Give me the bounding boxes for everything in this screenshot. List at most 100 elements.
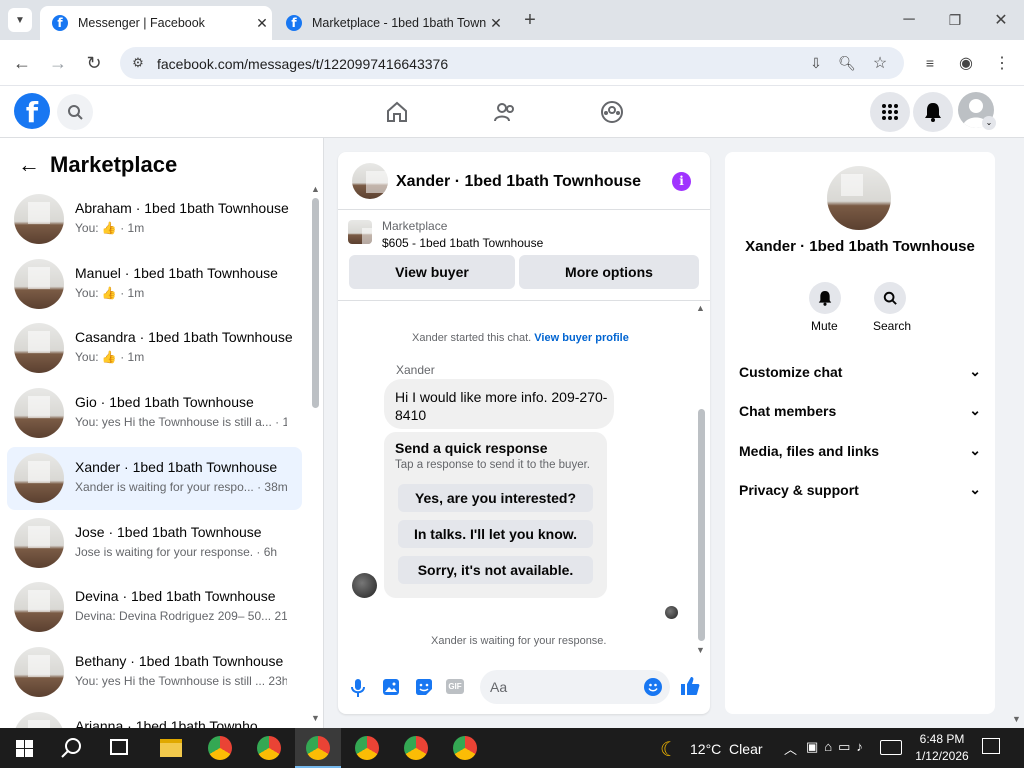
scroll-down-icon[interactable]: ▼ xyxy=(311,713,320,723)
search-in-chat-icon[interactable] xyxy=(874,282,906,314)
contact-avatar[interactable] xyxy=(827,166,891,230)
chrome-app-icon[interactable] xyxy=(257,736,281,760)
info-icon[interactable]: i xyxy=(672,172,691,191)
chrome-app-icon[interactable] xyxy=(453,736,477,760)
weather-moon-icon[interactable]: ☾ xyxy=(660,737,678,762)
media-control-icon[interactable]: ≡ xyxy=(918,51,942,75)
home-icon[interactable] xyxy=(385,100,409,124)
thumbs-up-icon[interactable] xyxy=(680,676,700,696)
emoji-icon[interactable] xyxy=(644,678,662,696)
conversation-row[interactable]: Devina · 1bed 1bath Townhouse Devina: Dev… xyxy=(7,576,302,639)
chrome-app-icon[interactable] xyxy=(355,736,379,760)
more-options-button[interactable]: More options xyxy=(519,255,699,289)
close-window-icon[interactable]: ✕ xyxy=(989,8,1013,32)
listing-text[interactable]: $605 - 1bed 1bath Townhouse xyxy=(382,236,543,250)
new-tab-icon[interactable]: + xyxy=(518,8,542,32)
message-input[interactable]: Aa xyxy=(480,670,670,704)
windows-taskbar: ☾ 12°C Clear ︿ ▣⌂▭♪ 6:48 PM 1/12/2026 xyxy=(0,728,1024,768)
zoom-icon[interactable]: 🔍︎ xyxy=(835,51,859,75)
conversation-row[interactable]: Abraham · 1bed 1bath Townhouse You: 👍 · 1… xyxy=(7,188,302,251)
scroll-up-icon[interactable]: ▲ xyxy=(696,303,705,313)
install-app-icon[interactable]: ⇩ xyxy=(804,51,828,75)
conversation-row[interactable]: Xander · 1bed 1bath Townhouse Xander is w… xyxy=(7,446,302,510)
search-label[interactable]: Search xyxy=(873,319,911,333)
start-icon[interactable] xyxy=(16,740,33,757)
keyboard-icon[interactable] xyxy=(880,740,902,755)
view-buyer-profile-link[interactable]: View buyer profile xyxy=(534,332,629,344)
sender-avatar[interactable] xyxy=(352,573,377,598)
conversation-row[interactable]: Gio · 1bed 1bath Townhouse You: yes Hi th… xyxy=(7,382,302,445)
menu-grid-icon[interactable] xyxy=(870,92,910,132)
conversation-row[interactable]: Casandra · 1bed 1bath Townhouse You: 👍 · … xyxy=(7,317,302,380)
photo-icon[interactable] xyxy=(382,678,400,696)
tray-chevron-up-icon[interactable]: ︿ xyxy=(784,739,797,758)
tab-title: Marketplace - 1bed 1bath Town xyxy=(312,16,486,30)
close-tab-icon[interactable]: ✕ xyxy=(252,15,272,32)
listing-thumbnail xyxy=(14,194,64,244)
profile-icon[interactable]: ◉ xyxy=(954,51,978,75)
close-tab-icon[interactable]: ✕ xyxy=(486,15,506,32)
restore-icon[interactable]: ❐ xyxy=(943,8,967,32)
listing-thumbnail xyxy=(14,323,64,374)
back-arrow-icon[interactable]: ← xyxy=(18,152,40,178)
listing-thumbnail[interactable] xyxy=(348,220,372,244)
clock-date[interactable]: 1/12/2026 xyxy=(910,749,974,763)
privacy-support-section[interactable]: Privacy & support ⌄ xyxy=(739,481,981,498)
media-files-section[interactable]: Media, files and links ⌄ xyxy=(739,442,981,459)
customize-chat-section[interactable]: Customize chat ⌄ xyxy=(739,363,981,380)
view-buyer-button[interactable]: View buyer xyxy=(349,255,515,289)
groups-icon[interactable] xyxy=(600,100,624,124)
forward-icon[interactable]: → xyxy=(46,51,70,75)
back-icon[interactable]: ← xyxy=(10,51,34,75)
search-icon[interactable] xyxy=(57,94,93,130)
tab-list-icon[interactable]: ▼ xyxy=(8,8,32,32)
mute-bell-icon[interactable] xyxy=(809,282,841,314)
waiting-notice: Xander is waiting for your response. xyxy=(431,635,607,647)
weather-text[interactable]: 12°C Clear xyxy=(690,741,763,757)
scrollbar-thumb[interactable] xyxy=(312,198,319,408)
scroll-down-icon[interactable]: ▼ xyxy=(696,645,705,655)
voice-clip-icon[interactable] xyxy=(350,678,366,698)
mute-label[interactable]: Mute xyxy=(811,319,838,333)
chat-title[interactable]: Xander · 1bed 1bath Townhouse xyxy=(396,173,641,191)
conversation-row[interactable]: Manuel · 1bed 1bath Townhouse You: 👍 · 1m xyxy=(7,253,302,316)
tab-messenger[interactable]: f Messenger | Facebook ✕ xyxy=(40,6,272,40)
conversation-row[interactable]: Arianna · 1bed 1bath Townho... xyxy=(7,706,302,728)
conversation-row[interactable]: Bethany · 1bed 1bath Townhouse You: yes H… xyxy=(7,641,302,704)
notifications-bell-icon[interactable] xyxy=(913,92,953,132)
facebook-logo-icon[interactable]: f xyxy=(14,93,50,129)
url-field[interactable]: ⚙ facebook.com/messages/t/12209974166433… xyxy=(120,47,904,79)
quick-reply-in-talks[interactable]: In talks. I'll let you know. xyxy=(398,520,593,548)
quick-reply-not-available[interactable]: Sorry, it's not available. xyxy=(398,556,593,584)
account-chevron-icon[interactable]: ⌄ xyxy=(982,116,996,130)
search-icon[interactable] xyxy=(61,737,83,759)
tab-marketplace[interactable]: f Marketplace - 1bed 1bath Town ✕ xyxy=(274,6,506,40)
sticker-icon[interactable] xyxy=(415,678,433,696)
conversation-preview: Jose is waiting for your response. · 6h xyxy=(75,544,278,559)
message-bubble[interactable]: Hi I would like more info. 209-270-8410 xyxy=(384,379,614,429)
tray-icons[interactable]: ▣⌂▭♪ xyxy=(806,739,869,755)
chat-members-section[interactable]: Chat members ⌄ xyxy=(739,402,981,419)
clock-time[interactable]: 6:48 PM xyxy=(910,732,974,746)
gif-icon[interactable]: GIF xyxy=(446,679,464,694)
site-info-icon[interactable]: ⚙ xyxy=(126,51,150,75)
task-view-icon[interactable] xyxy=(110,739,128,755)
conversation-row[interactable]: Jose · 1bed 1bath Townhouse Jose is waiti… xyxy=(7,512,302,575)
minimize-icon[interactable]: ─ xyxy=(897,8,921,32)
chrome-app-icon[interactable] xyxy=(208,736,232,760)
page-scroll-down-icon[interactable]: ▼ xyxy=(1012,714,1021,724)
quick-reply-interested[interactable]: Yes, are you interested? xyxy=(398,484,593,512)
reload-icon[interactable]: ↻ xyxy=(82,51,106,75)
bookmark-star-icon[interactable]: ☆ xyxy=(868,51,892,75)
file-explorer-icon[interactable] xyxy=(160,739,182,757)
chat-avatar[interactable] xyxy=(352,163,388,199)
scroll-up-icon[interactable]: ▲ xyxy=(311,184,320,194)
notification-center-icon[interactable] xyxy=(982,738,1000,754)
chrome-app-icon[interactable] xyxy=(306,736,330,760)
chrome-app-icon[interactable] xyxy=(404,736,428,760)
conversation-name: Arianna · 1bed 1bath Townho... xyxy=(75,717,270,728)
browser-menu-icon[interactable]: ⋮ xyxy=(990,51,1014,75)
chat-scrollbar-thumb[interactable] xyxy=(698,409,705,641)
friends-icon[interactable] xyxy=(493,100,517,124)
conversation-preview: You: yes Hi the Townhouse is still a... … xyxy=(75,415,287,430)
